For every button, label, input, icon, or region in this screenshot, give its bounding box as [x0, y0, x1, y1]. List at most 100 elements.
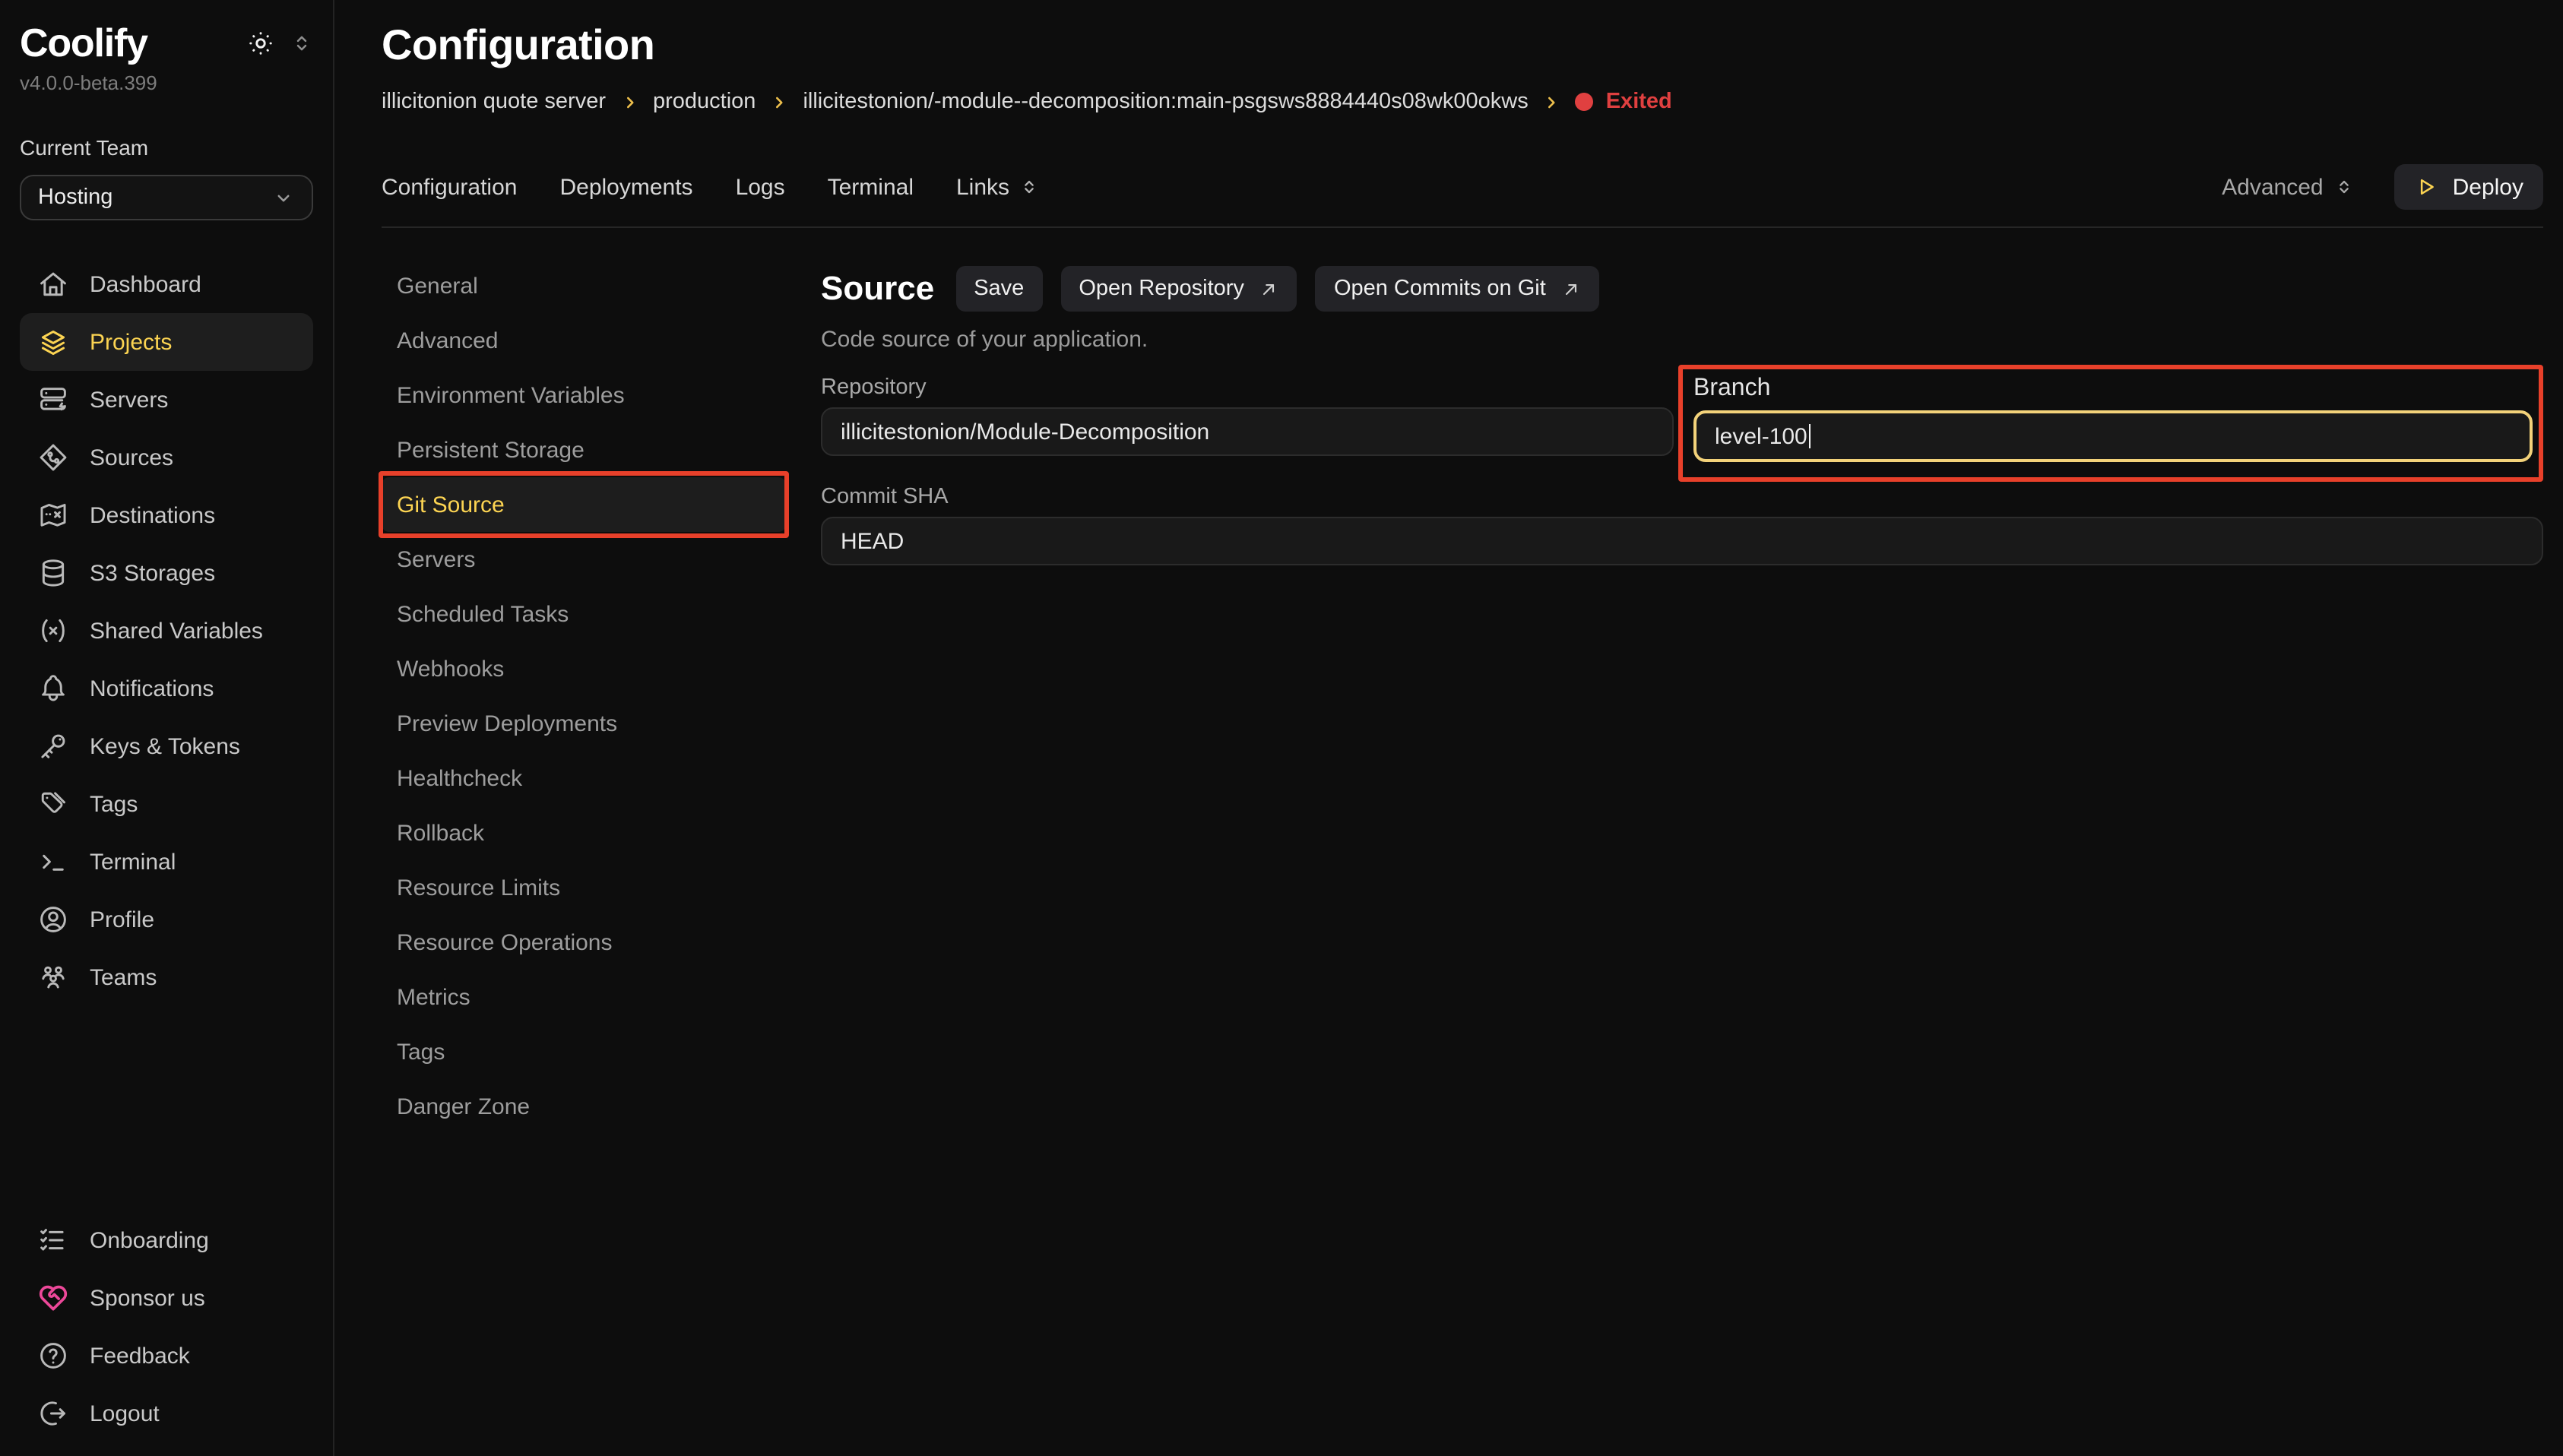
subnav-item-tags[interactable]: Tags [382, 1024, 786, 1079]
tab-label: Logs [736, 174, 785, 200]
sidebar-item-destinations[interactable]: Destinations [20, 486, 313, 544]
tab-label: Deployments [559, 174, 692, 200]
tabs-row: Configuration Deployments Logs Terminal … [382, 164, 2543, 210]
sidebar-item-logout[interactable]: Logout [20, 1385, 313, 1442]
sidebar-item-label: Tags [90, 791, 138, 817]
logo-row: Coolify [20, 20, 313, 67]
chevron-right-icon [1542, 92, 1562, 112]
tab-deployments[interactable]: Deployments [559, 174, 692, 200]
instance-selector-button[interactable] [290, 32, 313, 55]
subnav-item-danger-zone[interactable]: Danger Zone [382, 1079, 786, 1134]
advanced-dropdown[interactable]: Advanced [2222, 174, 2355, 200]
save-label: Save [974, 277, 1024, 301]
tab-configuration[interactable]: Configuration [382, 174, 517, 200]
help-icon [36, 1339, 70, 1372]
subnav-item-servers[interactable]: Servers [382, 532, 786, 587]
breadcrumb-environment[interactable]: production [653, 90, 756, 114]
header-actions: Advanced Deploy [2222, 164, 2543, 210]
text-cursor [1809, 424, 1811, 448]
team-select-value: Hosting [38, 185, 112, 210]
sidebar-item-s3-storages[interactable]: S3 Storages [20, 544, 313, 602]
sidebar-item-notifications[interactable]: Notifications [20, 660, 313, 717]
open-commits-button[interactable]: Open Commits on Git [1316, 266, 1599, 312]
theme-toggle-button[interactable] [246, 29, 275, 58]
layers-icon [36, 325, 70, 359]
repository-branch-row: Repository illicitestonion/Module-Decomp… [821, 365, 2543, 482]
map-icon [36, 499, 70, 532]
source-header: Source Save Open Repository Open Commits… [821, 266, 2543, 312]
tags-icon [36, 787, 70, 821]
sidebar-nav: Dashboard Projects Servers Sources Desti… [20, 255, 313, 1006]
logout-icon [36, 1397, 70, 1430]
sidebar-item-feedback[interactable]: Feedback [20, 1327, 313, 1385]
sidebar-item-profile[interactable]: Profile [20, 891, 313, 948]
sidebar-item-label: Keys & Tokens [90, 733, 240, 759]
status-badge: Exited [1576, 90, 1672, 114]
app-version: v4.0.0-beta.399 [20, 71, 313, 94]
save-button[interactable]: Save [955, 266, 1042, 312]
sidebar-item-sponsor[interactable]: Sponsor us [20, 1269, 313, 1327]
users-icon [36, 961, 70, 994]
tab-terminal[interactable]: Terminal [828, 174, 914, 200]
sidebar-item-terminal[interactable]: Terminal [20, 833, 313, 891]
subnav-item-rollback[interactable]: Rollback [382, 806, 786, 860]
chevron-right-icon [619, 92, 639, 112]
sidebar-item-dashboard[interactable]: Dashboard [20, 255, 313, 313]
subnav-item-resource-limits[interactable]: Resource Limits [382, 860, 786, 915]
sidebar-item-projects[interactable]: Projects [20, 313, 313, 371]
subnav-item-persistent-storage[interactable]: Persistent Storage [382, 423, 786, 477]
subnav-item-healthcheck[interactable]: Healthcheck [382, 751, 786, 806]
breadcrumb-project[interactable]: illicitonion quote server [382, 90, 606, 114]
open-commits-label: Open Commits on Git [1334, 277, 1546, 301]
subnav-item-metrics[interactable]: Metrics [382, 970, 786, 1024]
status-dot-icon [1576, 93, 1594, 111]
subnav-item-webhooks[interactable]: Webhooks [382, 641, 786, 696]
subnav-item-resource-operations[interactable]: Resource Operations [382, 915, 786, 970]
tab-logs[interactable]: Logs [736, 174, 785, 200]
sidebar-item-shared-variables[interactable]: Shared Variables [20, 602, 313, 660]
app: Coolify v4.0.0-beta.399 Current Team Hos… [0, 0, 2563, 1456]
subnav-item-preview-deployments[interactable]: Preview Deployments [382, 696, 786, 751]
sidebar-item-tags[interactable]: Tags [20, 775, 313, 833]
sidebar-item-keys-tokens[interactable]: Keys & Tokens [20, 717, 313, 775]
sidebar-item-label: Servers [90, 387, 168, 413]
sidebar-item-label: Destinations [90, 502, 215, 528]
team-select[interactable]: Hosting [20, 175, 313, 220]
branch-annotation-box: Branch level-100 [1678, 365, 2543, 482]
section-title: Source [821, 269, 934, 309]
variables-icon [36, 614, 70, 647]
tab-links[interactable]: Links [956, 174, 1040, 200]
subnav-item-advanced[interactable]: Advanced [382, 313, 786, 368]
sidebar-item-teams[interactable]: Teams [20, 948, 313, 1006]
repository-value: illicitestonion/Module-Decomposition [841, 419, 1209, 445]
advanced-label: Advanced [2222, 174, 2323, 200]
sidebar-item-label: Notifications [90, 676, 214, 701]
sidebar-item-label: Profile [90, 907, 154, 932]
source-description: Code source of your application. [821, 327, 2543, 353]
branch-input[interactable]: level-100 [1693, 410, 2533, 462]
status-text: Exited [1606, 90, 1672, 114]
commit-sha-label: Commit SHA [821, 485, 2543, 509]
sidebar-item-label: Logout [90, 1401, 160, 1426]
commit-sha-field: Commit SHA HEAD [821, 485, 2543, 565]
subnav-item-scheduled-tasks[interactable]: Scheduled Tasks [382, 587, 786, 641]
main-content: Configuration illicitonion quote server … [334, 0, 2563, 1456]
repository-label: Repository [821, 375, 1674, 400]
chevron-right-icon [769, 92, 789, 112]
tabs: Configuration Deployments Logs Terminal … [382, 174, 1040, 200]
subnav-item-environment-variables[interactable]: Environment Variables [382, 368, 786, 423]
sidebar-item-onboarding[interactable]: Onboarding [20, 1211, 313, 1269]
breadcrumb-application[interactable]: illicitestonion/-module--decomposition:m… [803, 90, 1528, 114]
subnav-item-general[interactable]: General [382, 258, 786, 313]
deploy-button[interactable]: Deploy [2395, 164, 2543, 210]
sidebar-item-servers[interactable]: Servers [20, 371, 313, 429]
sidebar-item-label: Terminal [90, 849, 176, 875]
sidebar-item-label: Projects [90, 329, 172, 355]
subnav-item-git-source[interactable]: Git Source [382, 477, 786, 532]
repository-input[interactable]: illicitestonion/Module-Decomposition [821, 407, 1674, 456]
commit-sha-input[interactable]: HEAD [821, 517, 2543, 565]
sidebar-item-sources[interactable]: Sources [20, 429, 313, 486]
tab-label: Configuration [382, 174, 517, 200]
open-repository-button[interactable]: Open Repository [1060, 266, 1297, 312]
sidebar-item-label: S3 Storages [90, 560, 215, 586]
